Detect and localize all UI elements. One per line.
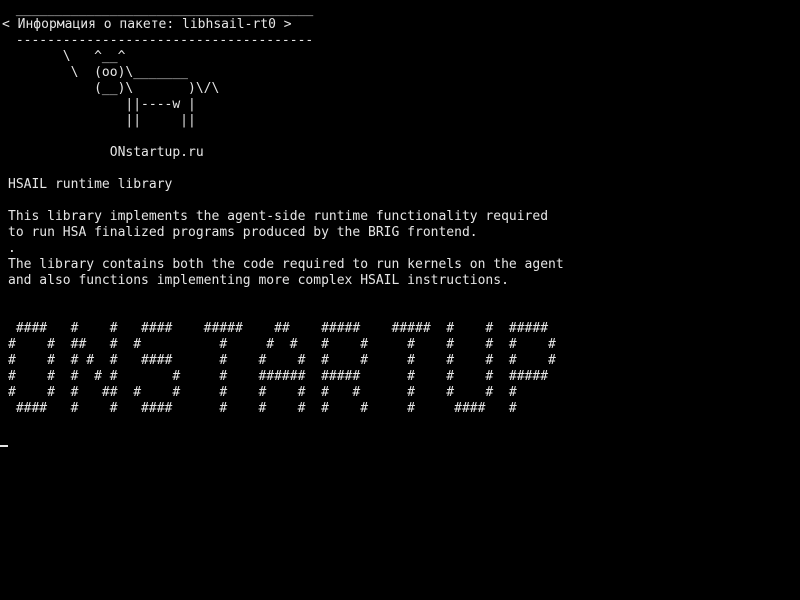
terminal-screen: ______________________________________ <…: [0, 0, 800, 600]
package-info-message: < Информация о пакете: libhsail-rt0 >: [2, 17, 292, 32]
cow-ascii-line: ||----w |: [8, 97, 196, 112]
package-title: HSAIL runtime library: [8, 177, 173, 192]
terminal-cursor[interactable]: [0, 445, 8, 447]
site-name: ONstartup.ru: [8, 145, 204, 160]
cow-ascii-line: \ ^__^: [8, 49, 126, 64]
paragraph-separator: .: [8, 241, 16, 256]
cow-ascii-line: || ||: [8, 113, 196, 128]
banner-line: # # # # # # # ###### ##### # # # #####: [8, 369, 549, 384]
banner-line: # # # # # #### # # # # # # # # # #: [8, 353, 556, 368]
cow-ascii-line: (__)\ )\/\: [8, 81, 220, 96]
description-line: The library contains both the code requi…: [8, 257, 564, 272]
banner-line: #### # # #### # # # # # # #### #: [8, 401, 517, 416]
description-line: to run HSA finalized programs produced b…: [8, 225, 478, 240]
description-line: and also functions implementing more com…: [8, 273, 509, 288]
bubble-bottom-border: --------------------------------------: [8, 33, 314, 48]
cow-ascii-line: \ (oo)\_______: [8, 65, 189, 80]
banner-line: #### # # #### ##### ## ##### ##### # # #…: [8, 321, 549, 336]
bubble-top-border: ______________________________________: [8, 2, 314, 17]
description-line: This library implements the agent-side r…: [8, 209, 549, 224]
banner-line: # # ## # # # # # # # # # # # #: [8, 337, 556, 352]
banner-line: # # # ## # # # # # # # # # # #: [8, 385, 517, 400]
